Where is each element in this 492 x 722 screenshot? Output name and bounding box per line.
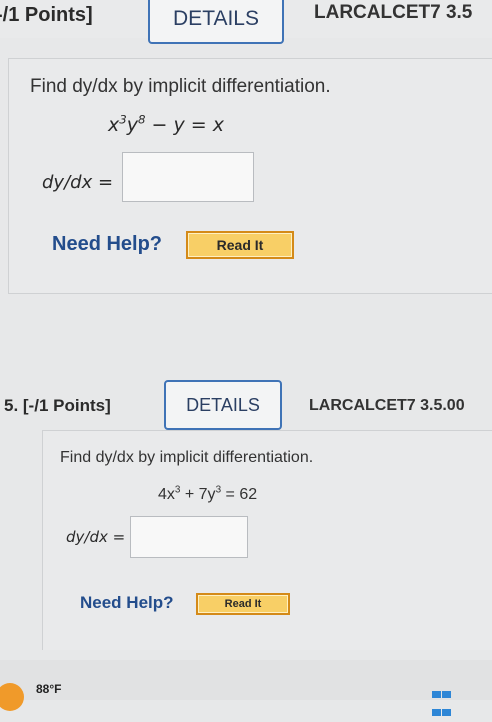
question-4-code: LARCALCET7 3.5 [314, 2, 473, 23]
question-4-prompt: Find dy/dx by implicit differentiation. [30, 76, 331, 97]
question-5-code: LARCALCET7 3.5.00 [309, 397, 465, 414]
question-5-read-it-button[interactable]: Read It [196, 593, 290, 615]
question-5-answer-label: dy/dx = [66, 528, 126, 546]
question-4-equation: x3y8 − y = x [108, 112, 224, 136]
question-5-equation: 4x3 + 7y3 = 62 [158, 484, 258, 503]
taskbar [0, 660, 492, 700]
windows-icon[interactable] [432, 686, 452, 716]
question-4-read-it-button[interactable]: Read It [186, 231, 294, 259]
question-4-points: -/1 Points] [0, 4, 93, 26]
question-5-prompt: Find dy/dx by implicit differentiation. [60, 449, 314, 466]
weather-icon[interactable] [0, 683, 24, 711]
question-5-need-help: Need Help? [80, 593, 174, 612]
question-4-need-help: Need Help? [52, 233, 163, 255]
question-4-answer-input[interactable] [122, 152, 254, 202]
question-4-read-it-label: Read It [188, 233, 292, 257]
question-5-read-it-label: Read It [198, 595, 288, 613]
question-4-details-button[interactable]: DETAILS [148, 0, 284, 44]
question-5-details-button[interactable]: DETAILS [164, 380, 282, 430]
temperature-readout[interactable]: 88°F [36, 682, 61, 696]
question-4-answer-label: dy/dx = [42, 172, 114, 193]
question-5-answer-input[interactable] [130, 516, 248, 558]
question-5-points: 5. [-/1 Points] [4, 396, 111, 415]
